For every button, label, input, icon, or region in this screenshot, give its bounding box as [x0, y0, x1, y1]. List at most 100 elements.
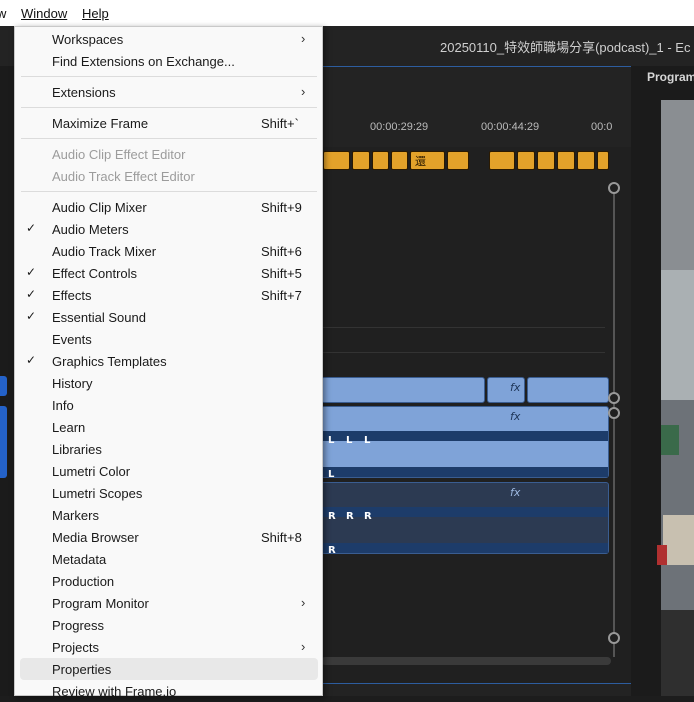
marker-clip[interactable] — [557, 151, 575, 170]
menu-item-media-browser[interactable]: Media Browser Shift+8 — [15, 526, 322, 548]
menu-item-history[interactable]: History — [15, 372, 322, 394]
menu-item-review-with-frame-io[interactable]: Review with Frame.io — [15, 680, 322, 702]
menu-item-events[interactable]: Events — [15, 328, 322, 350]
menu-item-shortcut: Shift+6 — [261, 244, 302, 259]
timecode-3: 00:0 — [591, 121, 613, 133]
menu-item-label: Audio Meters — [52, 222, 129, 237]
channel-label-l: L — [364, 435, 371, 446]
chevron-right-icon: › — [301, 639, 306, 654]
menu-item-label: Libraries — [52, 442, 102, 457]
menu-item-extensions[interactable]: Extensions › — [15, 81, 322, 103]
menu-help[interactable]: Help — [82, 6, 109, 21]
marker-clip[interactable] — [447, 151, 469, 170]
marker-clip[interactable] — [372, 151, 389, 170]
fx-icon: fx — [510, 381, 521, 394]
menu-item-program-monitor[interactable]: Program Monitor › — [15, 592, 322, 614]
menu-item-label: Audio Clip Mixer — [52, 200, 147, 215]
marker-clip[interactable] — [537, 151, 555, 170]
menu-item-audio-track-mixer[interactable]: Audio Track Mixer Shift+6 — [15, 240, 322, 262]
marker-clip[interactable] — [597, 151, 609, 170]
audio-clip-a1[interactable]: L L L L fx — [321, 406, 609, 480]
menu-item-projects[interactable]: Projects › — [15, 636, 322, 658]
menu-item-label: Effects — [52, 288, 92, 303]
menu-separator — [21, 107, 317, 108]
menu-item-label: Lumetri Scopes — [52, 486, 143, 501]
left-panel-edge — [0, 66, 14, 696]
program-monitor: Program: — [631, 66, 694, 696]
menu-item-effect-controls[interactable]: ✓ Effect Controls Shift+5 — [15, 262, 322, 284]
menu-item-libraries[interactable]: Libraries — [15, 438, 322, 460]
menu-view-partial[interactable]: w — [0, 6, 6, 21]
chevron-right-icon: › — [301, 31, 306, 46]
menu-item-lumetri-color[interactable]: Lumetri Color — [15, 460, 322, 482]
check-icon: ✓ — [26, 287, 37, 301]
menu-item-info[interactable]: Info — [15, 394, 322, 416]
menu-item-markers[interactable]: Markers — [15, 504, 322, 526]
menu-window[interactable]: Window — [21, 6, 67, 21]
video-region — [661, 270, 694, 400]
vertical-scroll-track[interactable] — [613, 187, 615, 657]
marker-clip[interactable] — [517, 151, 535, 170]
video-clip[interactable] — [527, 377, 609, 403]
menu-item-label: Production — [52, 574, 115, 589]
program-monitor-label: Program: — [647, 70, 694, 84]
scroll-knob[interactable] — [608, 182, 620, 194]
menu-item-label: Audio Track Mixer — [52, 244, 157, 259]
menu-item-audio-clip-effect-editor: Audio Clip Effect Editor — [15, 143, 322, 165]
channel-label-l: L — [346, 435, 353, 446]
marker-clip[interactable] — [391, 151, 408, 170]
channel-label-r: R — [346, 511, 354, 522]
chevron-right-icon: › — [301, 84, 306, 99]
menu-item-label: Review with Frame.io — [52, 684, 177, 699]
menu-item-maximize-frame[interactable]: Maximize Frame Shift+` — [15, 112, 322, 134]
video-clip[interactable]: fx — [487, 377, 525, 403]
marker-clip[interactable] — [352, 151, 370, 170]
menu-item-effects[interactable]: ✓ Effects Shift+7 — [15, 284, 322, 306]
fx-icon: fx — [510, 486, 521, 499]
menu-bar: w Window Help — [0, 0, 694, 27]
menu-item-label: History — [52, 376, 93, 391]
marker-clip[interactable] — [323, 151, 350, 170]
menu-item-audio-clip-mixer[interactable]: Audio Clip Mixer Shift+9 — [15, 196, 322, 218]
menu-separator — [21, 138, 317, 139]
window-menu-dropdown: Workspaces › Find Extensions on Exchange..… — [14, 26, 323, 699]
menu-item-shortcut: Shift+7 — [261, 288, 302, 303]
menu-item-find-extensions-on-exchange[interactable]: Find Extensions on Exchange... — [15, 50, 322, 72]
scroll-knob[interactable] — [608, 407, 620, 419]
menu-item-shortcut: Shift+8 — [261, 530, 302, 545]
scroll-knob[interactable] — [608, 632, 620, 644]
menu-item-essential-sound[interactable]: ✓ Essential Sound — [15, 306, 322, 328]
menu-item-progress[interactable]: Progress — [15, 614, 322, 636]
check-icon: ✓ — [26, 353, 37, 367]
menu-item-label: Metadata — [52, 552, 107, 567]
menu-item-graphics-templates[interactable]: ✓ Graphics Templates — [15, 350, 322, 372]
menu-item-shortcut: Shift+5 — [261, 266, 302, 281]
channel-label-l: L — [328, 469, 335, 480]
timecode-2: 00:00:44:29 — [481, 121, 540, 133]
menu-item-learn[interactable]: Learn — [15, 416, 322, 438]
audio-clip-a2[interactable]: R R R R fx — [321, 482, 609, 556]
track-target-v1[interactable] — [0, 376, 7, 396]
menu-window-label: Window — [21, 6, 68, 21]
video-clip[interactable] — [321, 377, 485, 403]
menu-item-properties[interactable]: Properties — [20, 658, 318, 680]
menu-item-metadata[interactable]: Metadata — [15, 548, 322, 570]
video-region — [663, 515, 694, 565]
menu-item-lumetri-scopes[interactable]: Lumetri Scopes — [15, 482, 322, 504]
marker-clip[interactable] — [577, 151, 595, 170]
scroll-knob[interactable] — [608, 392, 620, 404]
menu-separator — [21, 76, 317, 77]
video-region — [661, 100, 694, 270]
marker-clip[interactable]: 還 — [410, 151, 445, 170]
marker-clip[interactable] — [489, 151, 515, 170]
menu-item-audio-meters[interactable]: ✓ Audio Meters — [15, 218, 322, 240]
horizontal-scrollbar[interactable] — [321, 657, 611, 665]
menu-item-workspaces[interactable]: Workspaces › — [15, 28, 322, 50]
video-region — [661, 610, 694, 696]
channel-label-r: R — [328, 545, 336, 556]
video-region — [661, 425, 679, 455]
menu-item-production[interactable]: Production — [15, 570, 322, 592]
menu-item-label: Effect Controls — [52, 266, 138, 281]
track-target-a1[interactable] — [0, 406, 7, 478]
project-title: 20250110_特效師職場分享(podcast)_1 - Ec — [440, 40, 691, 55]
